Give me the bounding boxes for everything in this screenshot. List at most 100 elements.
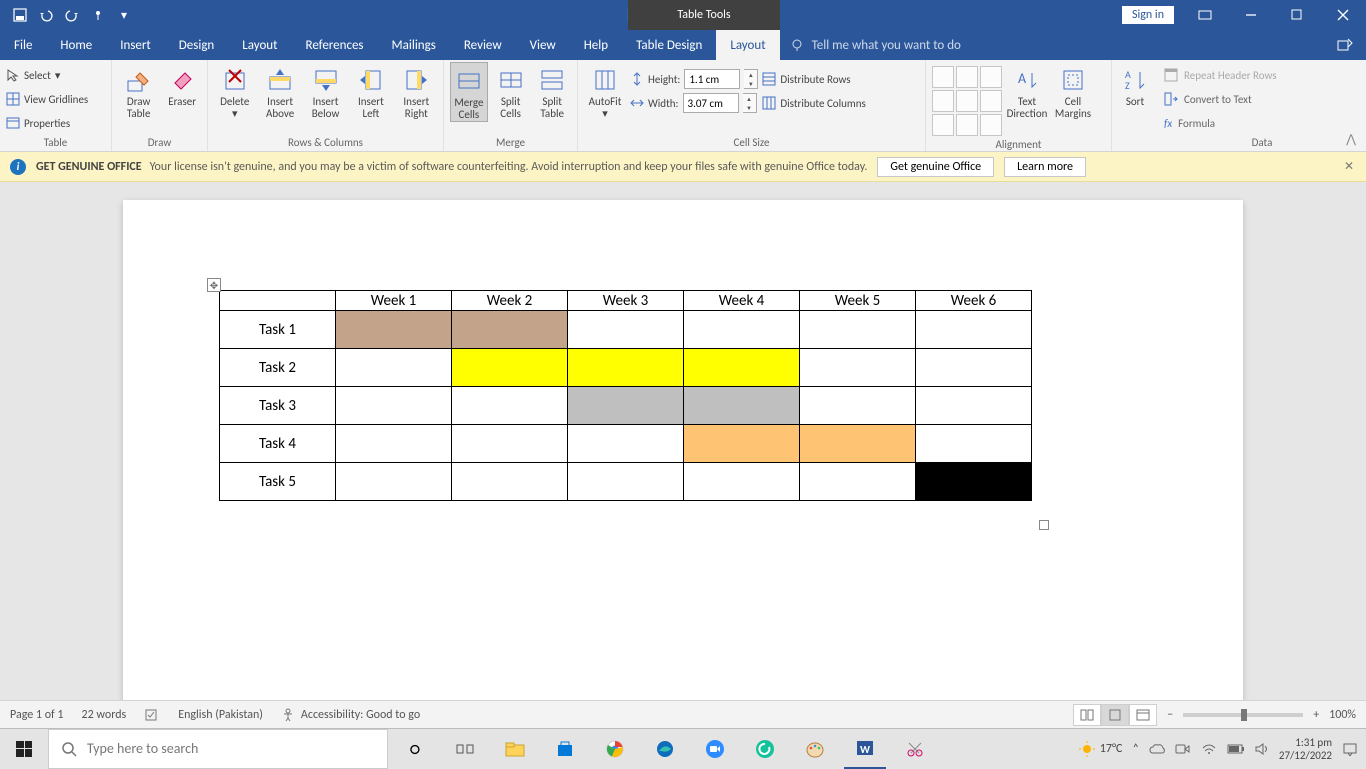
snip-icon[interactable]	[894, 729, 936, 769]
table-move-handle-icon[interactable]: ✥	[207, 278, 221, 292]
width-input[interactable]	[683, 93, 739, 113]
table-cell[interactable]	[336, 425, 452, 463]
onedrive-icon[interactable]	[1149, 743, 1165, 755]
tab-review[interactable]: Review	[450, 30, 516, 60]
start-button[interactable]	[0, 729, 48, 769]
taskbar-search[interactable]: Type here to search	[48, 729, 388, 769]
text-direction-button[interactable]: AText Direction	[1006, 62, 1048, 120]
table-cell[interactable]	[452, 349, 568, 387]
battery-icon[interactable]	[1227, 744, 1245, 754]
word-count[interactable]: 22 words	[82, 708, 127, 722]
split-cells-button[interactable]: Split Cells	[492, 62, 530, 120]
close-icon[interactable]	[1320, 0, 1366, 30]
touch-mode-icon[interactable]	[86, 3, 110, 27]
page-status[interactable]: Page 1 of 1	[10, 708, 64, 722]
table-cell[interactable]	[916, 425, 1032, 463]
insert-right-button[interactable]: Insert Right	[396, 62, 437, 120]
zoom-level[interactable]: 100%	[1329, 708, 1356, 722]
table-cell[interactable]	[336, 349, 452, 387]
width-spinner[interactable]: ▲▼	[743, 93, 757, 113]
draw-table-button[interactable]: Draw Table	[118, 62, 159, 120]
save-icon[interactable]	[8, 3, 32, 27]
alignment-grid[interactable]	[932, 66, 1002, 136]
insert-above-button[interactable]: Insert Above	[259, 62, 300, 120]
notifications-icon[interactable]	[1342, 742, 1358, 756]
formula-button[interactable]: fxFormula	[1164, 112, 1277, 134]
distribute-rows-button[interactable]: Distribute Rows	[762, 68, 865, 90]
tab-design[interactable]: Design	[165, 30, 228, 60]
spellcheck-icon[interactable]	[144, 708, 160, 722]
web-layout-icon[interactable]	[1129, 704, 1157, 726]
tab-layout[interactable]: Layout	[228, 30, 291, 60]
tab-mailings[interactable]: Mailings	[378, 30, 450, 60]
tab-references[interactable]: References	[292, 30, 378, 60]
paint-icon[interactable]	[794, 729, 836, 769]
maximize-icon[interactable]	[1274, 0, 1320, 30]
share-icon[interactable]	[1336, 36, 1354, 52]
table-header[interactable]: Week 1	[336, 291, 452, 311]
table-cell[interactable]	[684, 425, 800, 463]
meet-now-icon[interactable]	[1175, 743, 1191, 755]
table-cell[interactable]	[452, 425, 568, 463]
tab-file[interactable]: File	[0, 30, 46, 60]
table-cell[interactable]	[336, 387, 452, 425]
table-header[interactable]: Week 2	[452, 291, 568, 311]
table-row-label[interactable]: Task 5	[220, 463, 336, 501]
table-cell[interactable]	[568, 387, 684, 425]
table-cell[interactable]	[568, 425, 684, 463]
task-view-icon[interactable]	[444, 729, 486, 769]
merge-cells-button[interactable]: Merge Cells	[450, 62, 488, 122]
table-cell[interactable]	[568, 311, 684, 349]
file-explorer-icon[interactable]	[494, 729, 536, 769]
tab-insert[interactable]: Insert	[106, 30, 165, 60]
tab-home[interactable]: Home	[46, 30, 106, 60]
delete-button[interactable]: Delete▾	[214, 62, 255, 120]
table-row-label[interactable]: Task 1	[220, 311, 336, 349]
table-cell[interactable]	[452, 387, 568, 425]
table-cell[interactable]	[800, 425, 916, 463]
table-cell[interactable]	[336, 311, 452, 349]
distribute-cols-button[interactable]: Distribute Columns	[762, 92, 865, 114]
select-button[interactable]: Select ▾	[6, 64, 88, 86]
table-cell[interactable]	[916, 463, 1032, 501]
print-layout-icon[interactable]	[1101, 704, 1129, 726]
table-header[interactable]: Week 5	[800, 291, 916, 311]
table-resize-handle-icon[interactable]	[1039, 520, 1049, 530]
table-cell[interactable]	[684, 463, 800, 501]
zoom-out-icon[interactable]: −	[1167, 708, 1173, 722]
tab-table-layout[interactable]: Layout	[716, 30, 779, 60]
cell-margins-button[interactable]: Cell Margins	[1052, 62, 1094, 120]
table-cell[interactable]	[684, 349, 800, 387]
table-cell[interactable]	[452, 463, 568, 501]
view-gridlines-button[interactable]: View Gridlines	[6, 88, 88, 110]
tell-me-search[interactable]: Tell me what you want to do	[780, 30, 971, 60]
table-cell[interactable]	[800, 311, 916, 349]
height-input[interactable]	[684, 69, 740, 89]
minimize-icon[interactable]	[1228, 0, 1274, 30]
wifi-icon[interactable]	[1201, 743, 1217, 755]
tab-table-design[interactable]: Table Design	[622, 30, 716, 60]
autofit-button[interactable]: AutoFit▾	[584, 62, 626, 120]
read-mode-icon[interactable]	[1073, 704, 1101, 726]
insert-left-button[interactable]: Insert Left	[350, 62, 391, 120]
ribbon-display-icon[interactable]	[1182, 0, 1228, 30]
zoom-in-icon[interactable]: +	[1313, 708, 1319, 722]
table-cell[interactable]	[800, 387, 916, 425]
table-row-label[interactable]: Task 3	[220, 387, 336, 425]
edge-icon[interactable]	[644, 729, 686, 769]
table-cell[interactable]	[568, 463, 684, 501]
clock[interactable]: 1:31 pm27/12/2022	[1279, 736, 1332, 762]
table-row-label[interactable]: Task 4	[220, 425, 336, 463]
zoom-slider[interactable]	[1183, 713, 1303, 717]
qat-customise-icon[interactable]: ▾	[112, 3, 136, 27]
table-cell[interactable]	[800, 463, 916, 501]
split-table-button[interactable]: Split Table	[533, 62, 571, 120]
document-table[interactable]: Week 1 Week 2 Week 3 Week 4 Week 5 Week …	[219, 290, 1032, 501]
sign-in-button[interactable]: Sign in	[1122, 6, 1174, 24]
properties-button[interactable]: Properties	[6, 112, 88, 134]
tab-view[interactable]: View	[516, 30, 570, 60]
table-cell[interactable]	[684, 387, 800, 425]
language-status[interactable]: English (Pakistan)	[178, 708, 263, 722]
accessibility-status[interactable]: Accessibility: Good to go	[281, 708, 420, 722]
table-cell[interactable]	[800, 349, 916, 387]
